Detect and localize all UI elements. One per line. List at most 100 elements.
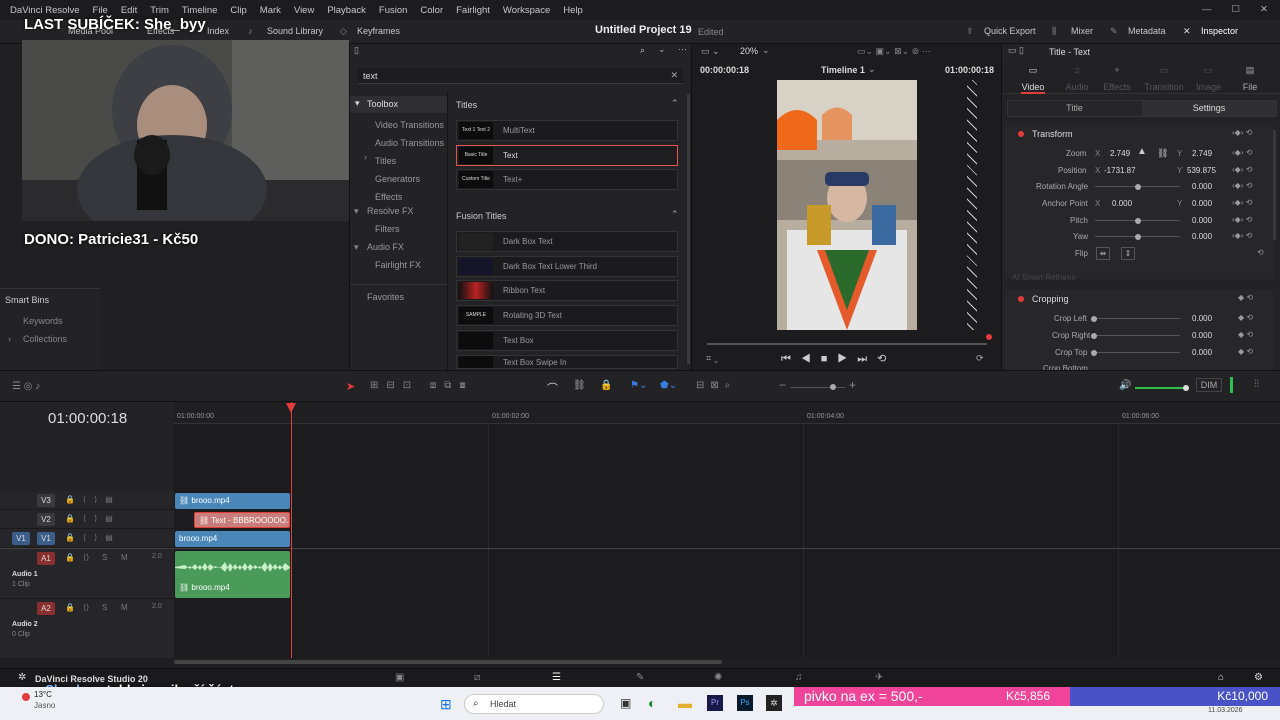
crop-top-field[interactable]: 0.000	[1192, 348, 1212, 357]
tree-favorites[interactable]: Favorites	[367, 292, 404, 302]
rotation-field[interactable]: 0.000	[1192, 182, 1212, 191]
chevron-down-icon[interactable]: ⌄	[762, 45, 770, 56]
keyframe-controls[interactable]: ‹◆› ⟲	[1232, 165, 1252, 174]
link-icon[interactable]: ⛓	[1157, 148, 1168, 159]
mute-button[interactable]: M	[121, 603, 128, 612]
timeline-playhead[interactable]	[291, 402, 292, 658]
yaw-field[interactable]: 0.000	[1192, 232, 1212, 241]
tree-audio-fx[interactable]: Audio FX	[367, 242, 404, 252]
keyframe-controls[interactable]: ‹◆› ⟲	[1232, 148, 1252, 157]
fusion-page-icon[interactable]: ✎	[636, 672, 644, 683]
chevron-right-icon[interactable]: ›	[364, 152, 367, 162]
link-icon[interactable]: ⟨⟩	[83, 553, 89, 562]
viewer-scrubber[interactable]	[707, 343, 987, 345]
track-controls-icons[interactable]: 🔒⟨⟩▤	[65, 514, 121, 523]
flip-vertical-icon[interactable]: ⇕	[1121, 247, 1135, 260]
minimize-icon[interactable]: —	[1202, 4, 1212, 15]
title-tile-textplus[interactable]: Custom Title Text+	[456, 169, 678, 190]
home-icon[interactable]: ⌂	[1218, 672, 1224, 683]
volume-icon[interactable]: 🔊	[1119, 380, 1131, 391]
loop-icon[interactable]: ⟲	[877, 353, 896, 365]
smart-bin-keywords[interactable]: Keywords	[23, 316, 63, 326]
edit-tools-icons[interactable]: ⊞⊟⊡ ⧈⧉⧇	[370, 380, 474, 391]
fairlight-page-icon[interactable]: ♫	[795, 672, 803, 683]
windows-start-icon[interactable]: ⊞	[440, 696, 452, 713]
quick-export-button[interactable]: Quick Export	[984, 26, 1036, 36]
lock-icon[interactable]: 🔒	[65, 603, 75, 612]
close-icon[interactable]: ✕	[1260, 4, 1268, 15]
solo-button[interactable]: S	[102, 603, 107, 612]
tree-fairlight-fx[interactable]: Fairlight FX	[375, 260, 421, 270]
keyframe-controls[interactable]: ◆ ⟲	[1238, 293, 1253, 302]
cut-page-icon[interactable]: ⧄	[474, 672, 480, 683]
fusion-tile[interactable]: Text Box	[456, 330, 678, 351]
crop-tool-icon[interactable]: ⌗ ⌄	[706, 353, 718, 364]
volume-slider[interactable]	[1135, 387, 1185, 389]
mixer-button[interactable]: Mixer	[1071, 26, 1093, 36]
yaw-slider-handle[interactable]	[1135, 234, 1141, 240]
keyframes-button[interactable]: Keyframes	[357, 26, 400, 36]
lock-icon[interactable]: 🔒	[600, 380, 612, 391]
inspector-button[interactable]: Inspector	[1201, 26, 1238, 36]
selection-tool-icon[interactable]: ➤	[346, 380, 355, 393]
settings-icon[interactable]: ⚙	[1254, 672, 1263, 683]
collapse-icon[interactable]: ⌃	[671, 98, 679, 109]
tab-transition[interactable]: Transition	[1142, 82, 1186, 92]
chevron-right-icon[interactable]: ›	[8, 334, 11, 344]
volume-handle[interactable]	[1183, 385, 1189, 391]
cropping-enabled-dot[interactable]	[1018, 296, 1024, 302]
viewer-tools-icon[interactable]: ▭⌄ ▣⌄ ⊠⌄ ⊚ ⋯	[857, 46, 931, 57]
weather-temp[interactable]: 13°C	[34, 690, 52, 699]
mute-button[interactable]: M	[121, 553, 128, 562]
search-icon[interactable]: ⌕	[640, 45, 645, 56]
menu-mark[interactable]: Mark	[260, 5, 281, 16]
viewer-zoom[interactable]: 20%	[740, 46, 758, 56]
metadata-button[interactable]: Metadata	[1128, 26, 1166, 36]
crop-top-slider[interactable]	[1095, 352, 1180, 353]
deliver-page-icon[interactable]: ✈	[875, 672, 883, 683]
crop-right-handle[interactable]	[1091, 333, 1097, 339]
stop-icon[interactable]: ■	[821, 353, 838, 365]
crop-right-slider[interactable]	[1095, 335, 1180, 336]
position-x-field[interactable]: -1731.87	[1104, 166, 1136, 175]
menu-workspace[interactable]: Workspace	[503, 5, 550, 16]
crop-right-field[interactable]: 0.000	[1192, 331, 1212, 340]
color-page-icon[interactable]: ✺	[714, 672, 722, 683]
timeline-scrollbar[interactable]	[174, 660, 722, 664]
menu-fusion[interactable]: Fusion	[379, 5, 408, 16]
solo-button[interactable]: S	[102, 553, 107, 562]
menu-trim[interactable]: Trim	[150, 5, 169, 16]
zoom-x-field[interactable]: 2.749	[1110, 149, 1130, 158]
edit-page-icon[interactable]: ☰	[552, 672, 561, 683]
zoom-tools-icons[interactable]: ⊟⊠⌕	[696, 380, 736, 391]
track-label[interactable]: V3	[37, 494, 55, 507]
panel-toggle-icon[interactable]: ▭ ▯	[1008, 45, 1024, 56]
tree-filters[interactable]: Filters	[375, 224, 400, 234]
media-page-icon[interactable]: ▣	[395, 672, 404, 683]
source-track-label[interactable]: V1	[12, 532, 30, 545]
fusion-tile[interactable]: Dark Box Text Lower Third	[456, 256, 678, 277]
lock-icon[interactable]: 🔒	[65, 553, 75, 562]
photoshop-icon[interactable]: Ps	[737, 695, 753, 711]
menu-help[interactable]: Help	[563, 5, 583, 16]
anchor-y-field[interactable]: 0.000	[1192, 199, 1212, 208]
tab-effects[interactable]: Effects	[1103, 82, 1131, 92]
clear-search-icon[interactable]: ✕	[670, 70, 678, 81]
task-view-icon[interactable]: ▣	[620, 696, 631, 710]
inspector-scrollbar[interactable]	[1273, 130, 1276, 240]
timeline-zoom-slider[interactable]	[790, 387, 845, 388]
tree-audio-transitions[interactable]: Audio Transitions	[375, 134, 444, 152]
crop-top-handle[interactable]	[1091, 350, 1097, 356]
rotation-slider-handle[interactable]	[1135, 184, 1141, 190]
timeline-ruler[interactable]	[174, 402, 1280, 424]
maximize-icon[interactable]: ☐	[1232, 4, 1241, 15]
playhead-marker[interactable]	[986, 334, 992, 340]
clip-v3[interactable]: ⛓ brooo.mp4	[175, 493, 290, 509]
chevron-down-icon[interactable]: ⌄	[868, 64, 876, 75]
keyframe-controls[interactable]: ◆ ⟲	[1238, 313, 1253, 322]
transform-enabled-dot[interactable]	[1018, 131, 1024, 137]
track-controls-icons[interactable]: 🔒⟨⟩▤	[65, 495, 121, 504]
more-options-icon[interactable]: ⋯	[678, 44, 687, 55]
keyframe-controls[interactable]: ◆ ⟲	[1238, 347, 1253, 356]
chevron-down-icon[interactable]: ▾	[354, 242, 359, 253]
